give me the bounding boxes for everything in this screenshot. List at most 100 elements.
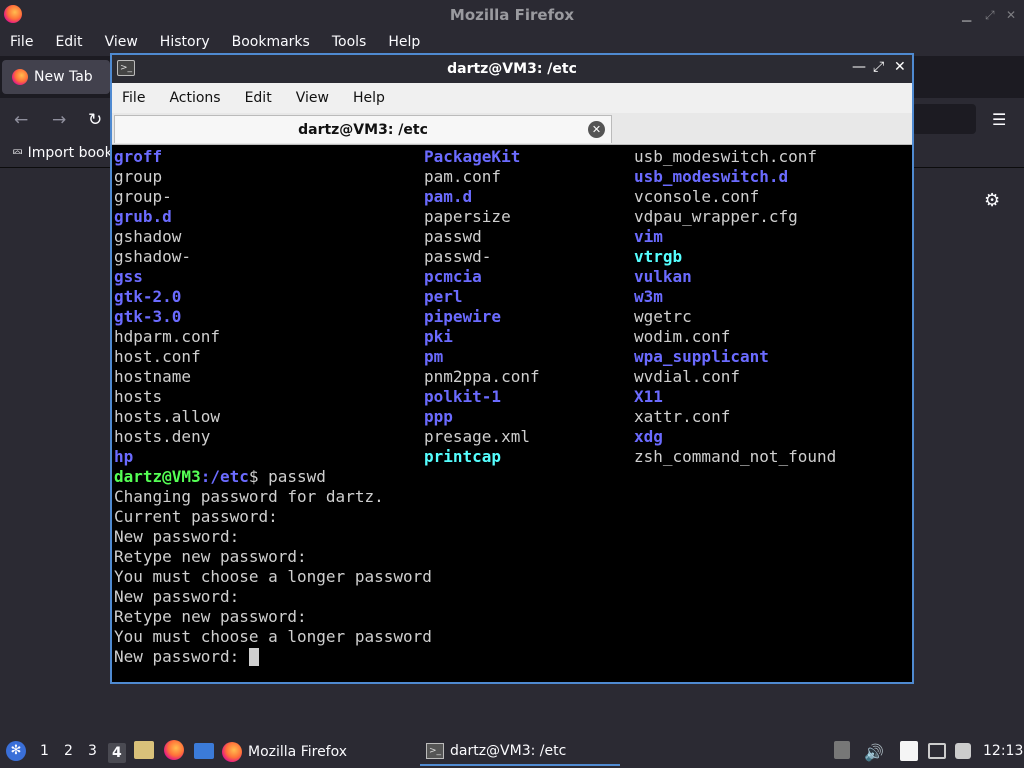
back-icon[interactable]: ← — [14, 110, 28, 130]
terminal-window-title: dartz@VM3: /etc — [447, 61, 577, 77]
menu-edit[interactable]: Edit — [245, 90, 272, 106]
ls-entry: pam.conf — [424, 167, 502, 186]
notification-icon[interactable] — [955, 743, 971, 759]
ls-entry: w3m — [634, 287, 663, 306]
terminal-output[interactable]: groff PackageKit usb_modeswitch.conf group p… — [114, 147, 910, 682]
ls-entry: presage.xml — [424, 427, 530, 446]
taskbar-terminal-task[interactable]: >_ dartz@VM3: /etc — [420, 738, 620, 766]
workspace-3[interactable]: 3 — [88, 743, 97, 759]
terminal-icon: >_ — [426, 743, 444, 759]
ls-entry: hdparm.conf — [114, 327, 220, 346]
ls-entry: pam.d — [424, 187, 473, 206]
workspace-4[interactable]: 4 — [108, 743, 126, 763]
output-line: Changing password for dartz. — [114, 487, 384, 506]
ls-entry: gss — [114, 267, 143, 286]
taskbar-terminal-label: dartz@VM3: /etc — [450, 743, 567, 759]
menu-help[interactable]: Help — [388, 34, 420, 50]
taskbar-firefox-task[interactable]: Mozilla Firefox — [222, 738, 412, 766]
terminal-window: >_ dartz@VM3: /etc — ⤢ ✕ File Actions Ed… — [110, 53, 914, 684]
tab-new-tab[interactable]: New Tab — [2, 60, 110, 94]
ls-entry: pnm2ppa.conf — [424, 367, 540, 386]
firefox-tab-icon — [12, 69, 28, 85]
ls-entry: pki — [424, 327, 453, 346]
menu-bookmarks[interactable]: Bookmarks — [232, 34, 310, 50]
ls-entry: hostname — [114, 367, 192, 386]
hamburger-menu-icon[interactable]: ☰ — [992, 110, 1006, 129]
menu-view[interactable]: View — [296, 90, 329, 106]
clock[interactable]: 12:13 — [983, 743, 1023, 759]
menu-view[interactable]: View — [105, 34, 138, 50]
tab-label: New Tab — [34, 69, 93, 85]
close-tab-icon[interactable]: ✕ — [588, 121, 605, 138]
ls-entry: vulkan — [634, 267, 692, 286]
password-prompt-line[interactable]: New password: — [114, 647, 259, 667]
workspace-2[interactable]: 2 — [64, 743, 73, 759]
maximize-icon[interactable]: ⤢ — [985, 8, 995, 23]
ls-entry: vdpau_wrapper.cfg — [634, 207, 798, 226]
ls-entry: hp — [114, 447, 134, 466]
ls-row: hp printcap zsh_command_not_found — [114, 447, 910, 467]
notes-icon[interactable] — [900, 741, 918, 761]
clipboard-icon[interactable] — [834, 741, 850, 759]
ls-entry: vtrgb — [634, 247, 683, 266]
menu-edit[interactable]: Edit — [55, 34, 82, 50]
import-bookmarks-button[interactable]: ⮹ Import book — [12, 145, 113, 161]
firefox-launcher-icon[interactable] — [164, 740, 184, 760]
desktop-icon[interactable] — [194, 743, 214, 759]
terminal-tab-label: dartz@VM3: /etc — [298, 121, 428, 138]
workspace-1[interactable]: 1 — [40, 743, 49, 759]
ls-row: gtk-3.0 pipewire wgetrc — [114, 307, 910, 327]
gear-icon[interactable]: ⚙ — [984, 190, 1000, 211]
ls-entry: wvdial.conf — [634, 367, 740, 386]
ls-entry: hosts — [114, 387, 163, 406]
firefox-titlebar: Mozilla Firefox ▁ ⤢ ✕ — [0, 0, 1024, 30]
minimize-icon[interactable]: — — [852, 59, 866, 75]
command-text: passwd — [268, 467, 326, 486]
ls-entry: gtk-3.0 — [114, 307, 182, 326]
menu-file[interactable]: File — [122, 90, 145, 106]
volume-icon[interactable]: 🔊 — [864, 743, 884, 762]
minimize-icon[interactable]: ▁ — [962, 8, 971, 22]
ls-entry: pipewire — [424, 307, 502, 326]
ls-entry: gtk-2.0 — [114, 287, 182, 306]
menu-actions[interactable]: Actions — [169, 90, 220, 106]
ls-entry: wodim.conf — [634, 327, 731, 346]
network-icon[interactable] — [928, 743, 946, 759]
menu-file[interactable]: File — [10, 34, 33, 50]
menu-history[interactable]: History — [160, 34, 210, 50]
ls-entry: papersize — [424, 207, 511, 226]
import-bookmarks-label: Import book — [27, 145, 113, 161]
start-menu-icon[interactable]: ✻ — [6, 741, 26, 761]
ls-row: gshadow-passwd-vtrgb — [114, 247, 910, 267]
ls-row: grub.d papersize vdpau_wrapper.cfg — [114, 207, 910, 227]
close-icon[interactable]: ✕ — [894, 59, 906, 75]
maximize-icon[interactable]: ⤢ — [873, 59, 884, 75]
ls-entry: group — [114, 167, 163, 186]
ls-entry: wpa_supplicant — [634, 347, 769, 366]
ls-entry: xdg — [634, 427, 663, 446]
terminal-icon: >_ — [117, 60, 135, 76]
firefox-icon — [222, 742, 242, 762]
menu-tools[interactable]: Tools — [332, 34, 367, 50]
forward-icon[interactable]: → — [52, 110, 66, 130]
output-line: You must choose a longer password — [114, 627, 432, 646]
ls-entry: printcap — [424, 447, 502, 466]
ls-row: hosts.allow ppp xattr.conf — [114, 407, 910, 427]
taskbar-firefox-label: Mozilla Firefox — [248, 744, 348, 760]
output-line: New password: — [114, 587, 240, 606]
ls-row: gshadow passwd vim — [114, 227, 910, 247]
file-manager-icon[interactable] — [134, 741, 154, 759]
url-bar[interactable] — [912, 104, 976, 134]
menu-help[interactable]: Help — [353, 90, 385, 106]
ls-entry: passwd- — [424, 247, 492, 266]
close-icon[interactable]: ✕ — [1006, 8, 1016, 22]
output-line: Retype new password: — [114, 607, 307, 626]
terminal-tab[interactable]: dartz@VM3: /etc ✕ — [114, 115, 612, 143]
ls-row: gss pcmcia vulkan — [114, 267, 910, 287]
prompt-path: :/etc — [200, 467, 249, 486]
prompt-symbol: $ — [248, 467, 269, 486]
ls-entry: hosts.allow — [114, 407, 220, 426]
output-line: You must choose a longer password — [114, 567, 432, 586]
reload-icon[interactable]: ↻ — [88, 110, 102, 130]
ls-row: host.conf pm wpa_supplicant — [114, 347, 910, 367]
